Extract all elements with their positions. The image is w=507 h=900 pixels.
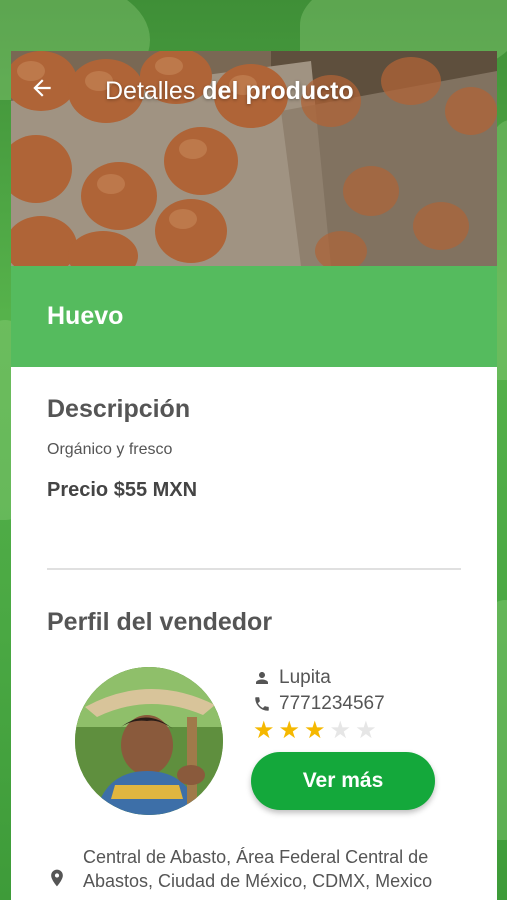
star-filled-icon: ★: [304, 717, 326, 744]
product-price: Precio $55 MXN: [47, 479, 198, 501]
person-icon: [251, 667, 273, 689]
product-name: Huevo: [47, 302, 124, 330]
phone-icon: [251, 693, 273, 715]
seller-phone: 7771234567: [279, 693, 385, 714]
star-filled-icon: ★: [253, 717, 275, 744]
product-hero-image: Detalles del producto: [11, 51, 497, 266]
page-title: Detalles del producto: [105, 75, 354, 107]
seller-name: Lupita: [279, 667, 331, 688]
arrow-left-icon: [33, 79, 51, 97]
see-more-button[interactable]: Ver más: [251, 752, 435, 810]
product-detail-card: Detalles del producto Huevo Descripción …: [11, 51, 497, 900]
divider: [47, 568, 461, 570]
page-title-regular: Detalles: [105, 77, 196, 105]
location-pin-icon: [47, 867, 71, 894]
star-empty-icon: ★: [329, 717, 352, 744]
star-empty-icon: ★: [355, 717, 377, 744]
star-filled-icon: ★: [278, 717, 301, 744]
description-title: Descripción: [47, 395, 191, 423]
seller-name-row: Lupita: [251, 667, 331, 689]
page-title-bold: del producto: [202, 77, 354, 105]
seller-avatar: [75, 667, 223, 815]
seller-address-text: Central de Abasto, Área Federal Central …: [83, 847, 433, 891]
product-name-band: Huevo: [11, 266, 497, 367]
seller-profile-title: Perfil del vendedor: [47, 608, 273, 636]
seller-rating: ★ ★ ★ ★ ★: [253, 719, 377, 743]
seller-address: Central de Abasto, Área Federal Central …: [47, 845, 463, 894]
product-description: Orgánico y fresco: [47, 441, 173, 458]
back-button[interactable]: [29, 75, 61, 107]
seller-phone-row: 7771234567: [251, 693, 385, 715]
